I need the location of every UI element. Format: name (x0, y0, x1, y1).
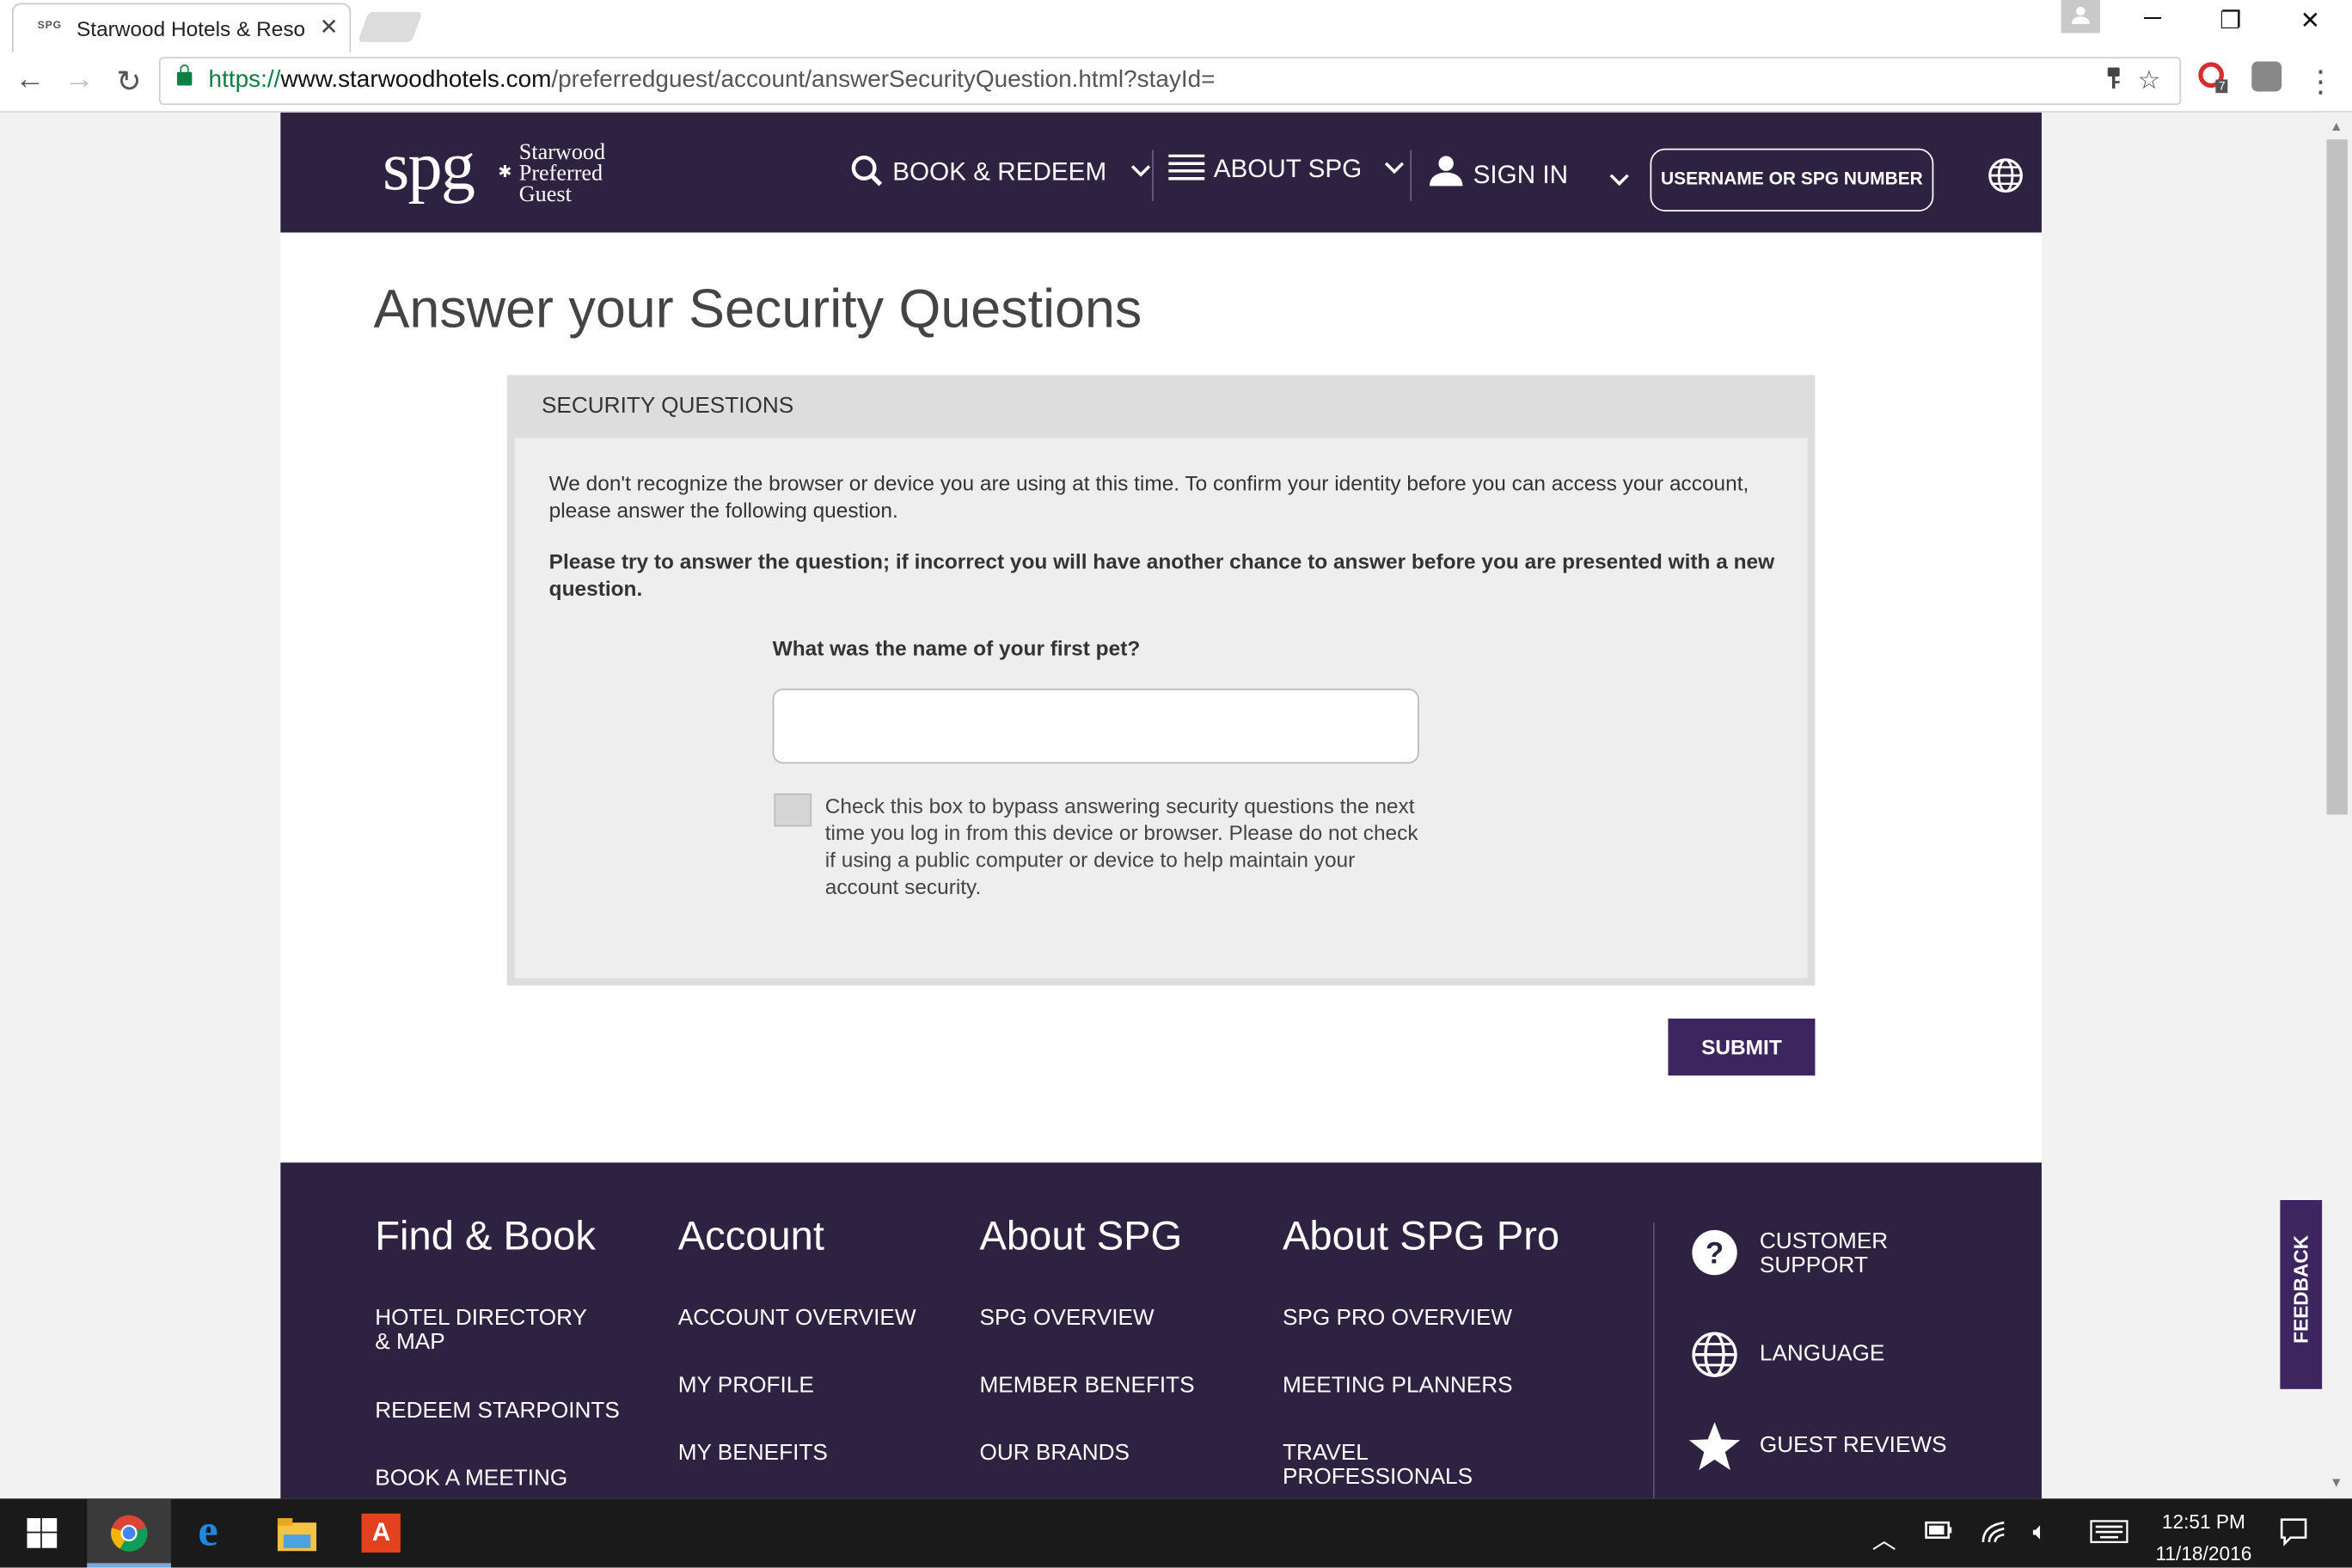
minimize-icon[interactable]: ─ (2130, 6, 2175, 33)
instruction-text: Please try to answer the question; if in… (548, 548, 1775, 600)
submit-button[interactable]: SUBMIT (1668, 1018, 1816, 1076)
chevron-down-icon (1384, 154, 1404, 175)
footer-link[interactable]: BOOK A MEETING (375, 1467, 567, 1491)
battery-icon[interactable] (1925, 1520, 1955, 1548)
footer-link[interactable]: OUR BRANDS (979, 1441, 1130, 1466)
volume-icon[interactable]: 🔈︎ (2032, 1520, 2047, 1547)
footer-heading: Account (677, 1213, 824, 1259)
footer-link[interactable]: MY BENEFITS (678, 1441, 828, 1466)
search-icon (851, 156, 883, 187)
page-scrollbar[interactable]: ▲ ▼ (2322, 112, 2352, 1499)
address-bar[interactable]: https://www.starwoodhotels.com/preferred… (158, 57, 2182, 106)
scroll-thumb[interactable] (2326, 139, 2348, 815)
spg-favicon-icon: SPG (37, 21, 63, 32)
notifications-icon[interactable] (2279, 1516, 2309, 1554)
footer-link[interactable]: MEETING PLANNERS (1283, 1374, 1513, 1398)
chevron-down-icon (1131, 157, 1151, 177)
site-header: spg ✱ Starwood Preferred Guest BOOK & RE… (280, 112, 2042, 233)
chrome-taskbar-icon[interactable] (87, 1498, 171, 1568)
new-tab-button[interactable] (357, 11, 423, 42)
footer-link[interactable]: SPG OVERVIEW (979, 1306, 1154, 1331)
windows-start-icon[interactable] (0, 1498, 84, 1567)
hamburger-icon (1168, 154, 1205, 182)
menu-icon[interactable]: ⋮ (2303, 63, 2339, 101)
globe-icon (1692, 1332, 1737, 1377)
footer-link[interactable]: REDEEM STARPOINTS (375, 1399, 620, 1424)
footer-col-account: Account ACCOUNT OVERVIEW MY PROFILE MY B… (677, 1213, 916, 1465)
browser-toolbar: ← → ↻ https://www.starwoodhotels.com/pre… (0, 52, 2352, 113)
bypass-label: Check this box to bypass answering secur… (824, 793, 1418, 899)
close-window-icon[interactable]: ✕ (2288, 6, 2332, 36)
username-button[interactable]: USERNAME OR SPG NUMBER (1650, 148, 1934, 212)
answer-input[interactable] (772, 688, 1419, 764)
nav-divider (1410, 150, 1412, 201)
lock-icon (176, 64, 193, 86)
footer-heading: Find & Book (375, 1213, 596, 1259)
footer-divider (1652, 1222, 1655, 1499)
nav-about-spg[interactable]: ABOUT SPG (1168, 154, 1404, 185)
url-text: https://www.starwoodhotels.com/preferred… (208, 67, 1216, 94)
logo-star-icon: ✱ (498, 163, 512, 182)
security-questions-panel: SECURITY QUESTIONS We don't recognize th… (506, 375, 1816, 986)
footer-col-find-book: Find & Book HOTEL DIRECTORY & MAP REDEEM… (375, 1213, 620, 1491)
browser-tab[interactable]: SPG Starwood Hotels & Resor ✕ (11, 3, 352, 53)
reload-icon[interactable]: ↻ (111, 63, 147, 101)
star-icon (1688, 1422, 1741, 1471)
panel-body: We don't recognize the browser or device… (514, 438, 1808, 978)
bookmark-star-icon[interactable]: ☆ (2138, 66, 2161, 96)
intro-text: We don't recognize the browser or device… (548, 470, 1749, 523)
key-icon[interactable] (2104, 66, 2122, 98)
footer-col-about-spg-pro: About SPG Pro SPG PRO OVERVIEW MEETING P… (1282, 1213, 1560, 1489)
scroll-down-icon[interactable]: ▼ (2330, 1474, 2343, 1489)
footer-link[interactable]: HOTEL DIRECTORY & MAP (375, 1306, 600, 1355)
browser-tabbar: SPG Starwood Hotels & Resor ✕ ─ ❐ ✕ (0, 0, 2352, 53)
question-label: What was the name of your first pet? (772, 635, 1141, 660)
keyboard-icon[interactable] (2090, 1520, 2128, 1552)
extension-badge: 7 (2215, 79, 2229, 94)
help-icon: ? (1692, 1229, 1737, 1276)
close-tab-icon[interactable]: ✕ (320, 14, 339, 40)
acrobat-taskbar-icon[interactable]: A (339, 1498, 423, 1567)
bypass-checkbox[interactable] (774, 793, 812, 827)
footer-link[interactable]: ACCOUNT OVERVIEW (678, 1306, 916, 1331)
wifi-icon[interactable] (1980, 1520, 2006, 1552)
panel-title: SECURITY QUESTIONS (541, 393, 794, 419)
scroll-up-icon[interactable]: ▲ (2330, 119, 2343, 133)
footer-link[interactable]: MEMBER BENEFITS (979, 1374, 1194, 1398)
edge-taskbar-icon[interactable]: e (171, 1498, 255, 1567)
user-icon (1429, 156, 1463, 187)
back-icon[interactable]: ← (12, 63, 48, 97)
extension-2-icon[interactable] (2251, 61, 2282, 92)
extension-icon[interactable]: 7 (2197, 61, 2229, 94)
nav-divider (1152, 150, 1154, 201)
logo-wordmark: Starwood Preferred Guest (518, 141, 606, 207)
feedback-tab[interactable]: FEEDBACK (2280, 1200, 2323, 1389)
windows-taskbar: e A ︿ 🔈︎ 12:51 PM 11/18/2016 (0, 1498, 2352, 1568)
site-footer: Find & Book HOTEL DIRECTORY & MAP REDEEM… (280, 1162, 2042, 1499)
profile-avatar-icon[interactable] (2061, 0, 2100, 34)
page: spg ✱ Starwood Preferred Guest BOOK & RE… (280, 112, 2042, 1499)
nav-sign-in[interactable]: SIGN IN (1428, 155, 1568, 191)
tray-chevron-icon[interactable]: ︿ (1872, 1520, 1896, 1556)
signin-chevron-icon[interactable] (1609, 166, 1629, 187)
footer-heading: About SPG Pro (1282, 1213, 1560, 1259)
svg-text:?: ? (1706, 1236, 1724, 1270)
footer-link[interactable]: MY PROFILE (678, 1374, 814, 1398)
page-title: Answer your Security Questions (373, 277, 1142, 340)
file-explorer-taskbar-icon[interactable] (255, 1498, 340, 1567)
nav-book-redeem[interactable]: BOOK & REDEEM (850, 155, 1151, 187)
spg-logo[interactable]: spg (383, 126, 475, 205)
restore-icon[interactable]: ❐ (2208, 6, 2253, 36)
system-clock[interactable]: 12:51 PM 11/18/2016 (2139, 1506, 2268, 1568)
footer-col-about-spg: About SPG SPG OVERVIEW MEMBER BENEFITS O… (979, 1213, 1194, 1465)
globe-icon[interactable] (1988, 157, 2024, 193)
footer-link[interactable]: SPG PRO OVERVIEW (1283, 1306, 1512, 1331)
forward-icon[interactable]: → (62, 63, 98, 97)
footer-link[interactable]: TRAVEL PROFESSIONALS (1283, 1441, 1478, 1490)
tab-title: Starwood Hotels & Resor (76, 16, 305, 41)
footer-heading: About SPG (979, 1213, 1183, 1259)
